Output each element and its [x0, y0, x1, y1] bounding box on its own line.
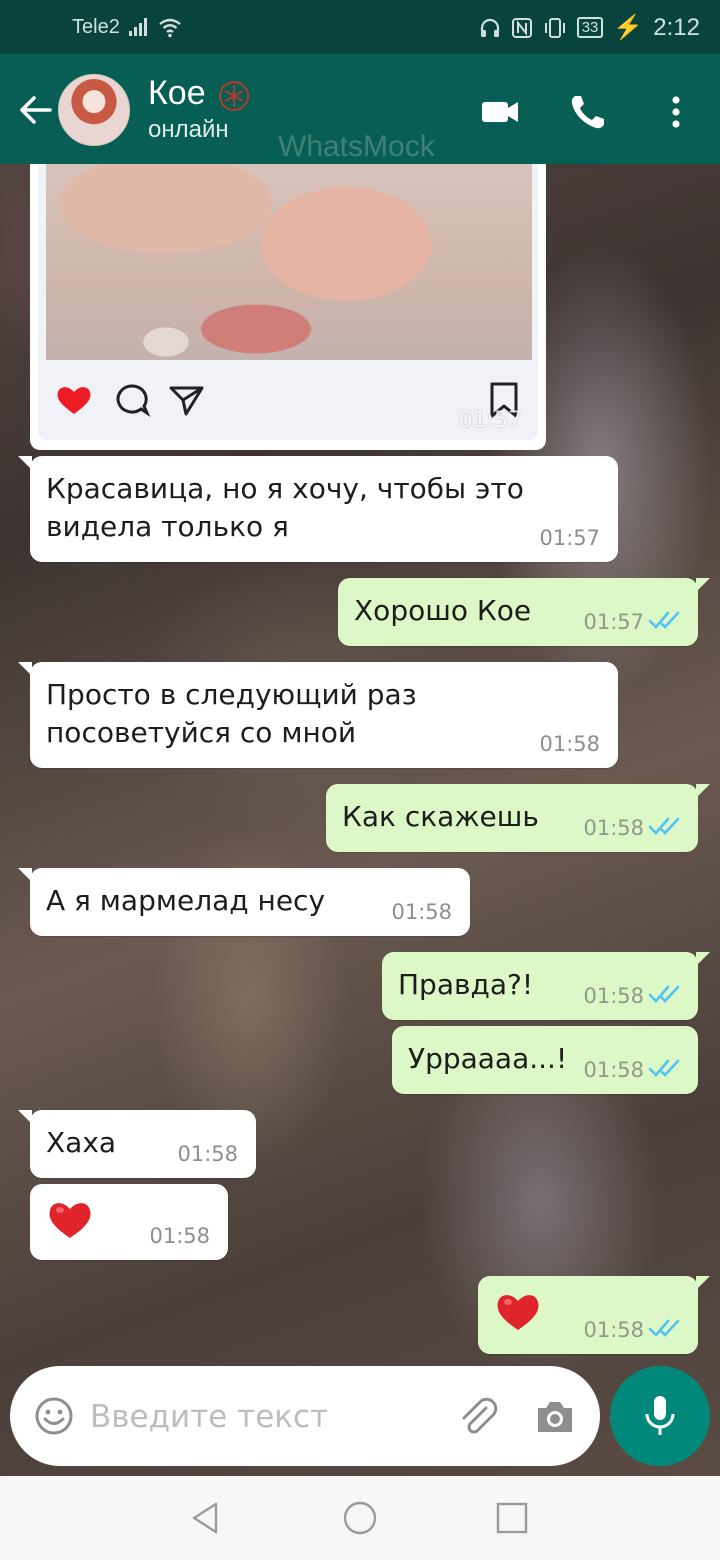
incoming-emoji-message[interactable]: 01:58	[30, 1184, 228, 1260]
comment-icon	[116, 384, 151, 418]
outgoing-message[interactable]: Как скажешь 01:58	[326, 784, 710, 852]
read-receipt-icon	[648, 1319, 680, 1337]
status-bar: Tele2 33 ⚡ 2:12	[0, 0, 720, 54]
read-receipt-icon	[648, 1059, 680, 1077]
bubble-tail	[696, 952, 710, 966]
bubble-tail	[18, 868, 32, 882]
message-time: 01:58	[583, 984, 644, 1008]
contact-online-status: онлайн	[148, 116, 229, 143]
app-watermark: WhatsMock	[278, 130, 435, 163]
message-time: 01:58	[583, 816, 644, 840]
bubble-tail	[696, 1276, 710, 1290]
contact-name[interactable]: Кое	[148, 74, 206, 113]
headphones-icon	[480, 18, 499, 37]
message-text: Урраааа...!	[408, 1042, 568, 1075]
like-heart-icon	[57, 387, 91, 414]
camera-icon[interactable]	[534, 1396, 576, 1436]
instagram-post-card	[38, 164, 538, 440]
outgoing-message[interactable]: Хорошо Кое 01:57	[338, 578, 710, 646]
nav-home-icon[interactable]	[340, 1498, 380, 1538]
battery-level: 33	[576, 17, 604, 38]
message-text: Хаха	[46, 1126, 117, 1159]
charging-icon: ⚡	[613, 14, 644, 41]
message-text: Красавица, но я хочу, чтобы это видела т…	[46, 470, 524, 546]
post-photo	[46, 164, 532, 360]
contact-avatar[interactable]	[58, 74, 130, 146]
bubble-tail	[696, 578, 710, 592]
message-composer	[10, 1366, 600, 1466]
message-time: 01:58	[391, 900, 452, 924]
message-input[interactable]	[88, 1390, 442, 1444]
red-heart-icon	[497, 1295, 539, 1330]
message-time: 01:58	[149, 1224, 210, 1248]
message-line: Просто в следующий раз	[46, 678, 417, 711]
back-arrow-icon[interactable]	[14, 88, 58, 132]
bubble-tail	[18, 1110, 32, 1124]
message-text: А я мармелад несу	[46, 884, 326, 917]
wifi-icon	[159, 18, 181, 38]
send-icon	[169, 386, 204, 416]
read-receipt-icon	[648, 817, 680, 835]
carrier-name: Tele2	[72, 16, 120, 38]
vibrate-icon	[544, 17, 565, 38]
message-time: 01:57	[539, 526, 600, 550]
nav-recents-icon[interactable]	[492, 1498, 532, 1538]
more-options-icon[interactable]	[654, 90, 698, 134]
emoji-icon[interactable]	[34, 1396, 74, 1436]
message-text: Как скажешь	[342, 800, 539, 833]
bubble-tail	[696, 784, 710, 798]
bubble-tail	[18, 456, 32, 470]
message-text: Правда?!	[398, 968, 534, 1001]
chat-header: Кое онлайн WhatsMock	[0, 54, 720, 164]
message-line: посоветуйся со мной	[46, 716, 357, 749]
message-time: 01:58	[177, 1142, 238, 1166]
image-message[interactable]: 01:57	[30, 164, 546, 450]
signal-icon	[129, 18, 147, 36]
clock: 2:12	[653, 13, 700, 41]
attach-icon[interactable]	[456, 1394, 500, 1438]
message-time: 01:58	[583, 1318, 644, 1342]
outgoing-message[interactable]: Правда?! 01:58	[382, 952, 710, 1020]
outgoing-emoji-message[interactable]: 01:58	[478, 1276, 710, 1354]
message-time: 01:57	[458, 408, 522, 433]
incoming-message[interactable]: Хаха 01:58	[18, 1110, 256, 1178]
nfc-icon	[511, 17, 532, 38]
video-call-icon[interactable]	[478, 90, 522, 134]
nav-back-icon[interactable]	[186, 1498, 226, 1538]
message-line: Красавица, но я хочу, чтобы это	[46, 472, 524, 505]
microphone-button[interactable]	[610, 1366, 710, 1466]
read-receipt-icon	[648, 611, 680, 629]
incoming-message[interactable]: А я мармелад несу 01:58	[18, 868, 470, 936]
message-text: Хорошо Кое	[354, 594, 532, 627]
red-heart-icon	[49, 1203, 91, 1238]
message-time: 01:58	[583, 1058, 644, 1082]
message-text: Просто в следующий раз посоветуйся со мн…	[46, 676, 417, 752]
outgoing-message[interactable]: Урраааа...! 01:58	[392, 1026, 698, 1094]
voice-call-icon[interactable]	[566, 90, 610, 134]
read-receipt-icon	[648, 985, 680, 1003]
emblem-icon	[219, 81, 249, 111]
system-navigation-bar	[0, 1476, 720, 1560]
incoming-message[interactable]: Просто в следующий раз посоветуйся со мн…	[18, 662, 618, 768]
message-time: 01:57	[583, 610, 644, 634]
incoming-message[interactable]: Красавица, но я хочу, чтобы это видела т…	[18, 456, 618, 562]
bubble-tail	[18, 662, 32, 676]
message-line: видела только я	[46, 510, 289, 543]
message-time: 01:58	[539, 732, 600, 756]
microphone-icon	[645, 1396, 675, 1435]
